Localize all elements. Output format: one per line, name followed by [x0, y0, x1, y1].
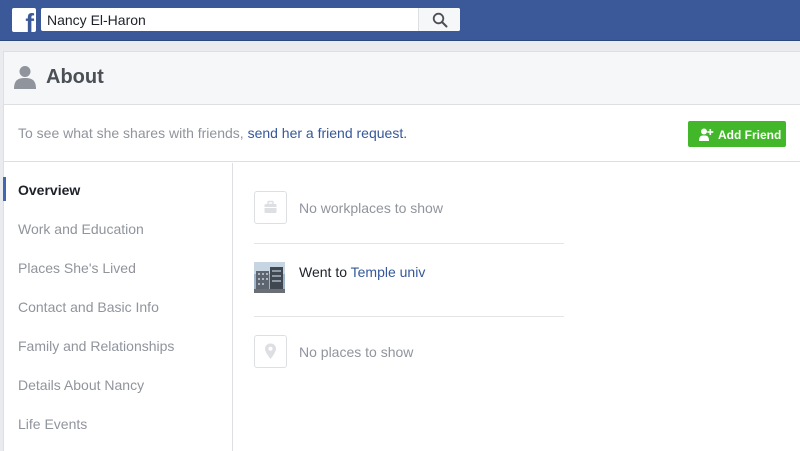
about-sidebar: Overview Work and Education Places She's… — [3, 163, 233, 451]
sidebar-item-label: Overview — [18, 182, 81, 198]
education-prefix: Went to — [299, 264, 351, 280]
divider — [254, 243, 564, 244]
work-text: No workplaces to show — [299, 200, 443, 216]
sidebar-item-family-relationships[interactable]: Family and Relationships — [4, 331, 232, 361]
add-friend-label: Add Friend — [718, 128, 782, 142]
sidebar-item-label: Work and Education — [18, 221, 144, 237]
facebook-logo-letter: f — [25, 8, 34, 32]
sidebar-item-label: Family and Relationships — [18, 338, 175, 354]
sidebar-item-work-education[interactable]: Work and Education — [4, 214, 232, 244]
about-card: About To see what she shares with friend… — [3, 51, 800, 451]
search-button[interactable] — [418, 8, 460, 31]
search-input[interactable] — [41, 8, 419, 31]
add-friend-button[interactable]: Add Friend — [688, 121, 786, 147]
sidebar-item-label: Details About Nancy — [18, 377, 145, 393]
education-row: Went to Temple univ — [254, 262, 564, 296]
about-header: About — [4, 52, 800, 105]
places-icon-box — [254, 335, 287, 368]
sidebar-item-places-lived[interactable]: Places She's Lived — [4, 253, 232, 283]
briefcase-icon — [264, 200, 277, 213]
sidebar-item-life-events[interactable]: Life Events — [4, 409, 232, 439]
top-bar: f — [0, 0, 800, 41]
person-icon — [14, 66, 36, 89]
page-title: About — [46, 66, 104, 88]
education-text: Went to Temple univ — [299, 264, 425, 280]
search-icon — [432, 12, 448, 28]
notice-prefix: To see what she shares with friends, — [18, 125, 248, 141]
facebook-logo-icon[interactable]: f — [12, 8, 36, 32]
sidebar-item-label: Places She's Lived — [18, 260, 136, 276]
sidebar-item-label: Contact and Basic Info — [18, 299, 159, 315]
school-photo-image — [254, 262, 285, 293]
work-icon-box — [254, 191, 287, 224]
work-row: No workplaces to show — [254, 191, 564, 225]
overview-content: No workplaces to show Went to Temple uni… — [234, 163, 800, 451]
friend-request-notice: To see what she shares with friends, sen… — [4, 105, 800, 162]
map-pin-icon — [265, 343, 276, 359]
places-row: No places to show — [254, 335, 564, 369]
notice-text: To see what she shares with friends, sen… — [18, 125, 407, 141]
sidebar-item-details[interactable]: Details About Nancy — [4, 370, 232, 400]
search-box — [41, 8, 460, 31]
sidebar-item-overview[interactable]: Overview — [3, 175, 232, 205]
sidebar-item-label: Life Events — [18, 416, 88, 432]
friend-request-link[interactable]: send her a friend request. — [248, 125, 408, 141]
divider — [254, 316, 564, 317]
school-link[interactable]: Temple univ — [351, 264, 426, 280]
sidebar-item-contact-info[interactable]: Contact and Basic Info — [4, 292, 232, 322]
school-photo[interactable] — [254, 262, 285, 293]
add-friend-icon — [699, 128, 714, 141]
places-text: No places to show — [299, 344, 414, 360]
